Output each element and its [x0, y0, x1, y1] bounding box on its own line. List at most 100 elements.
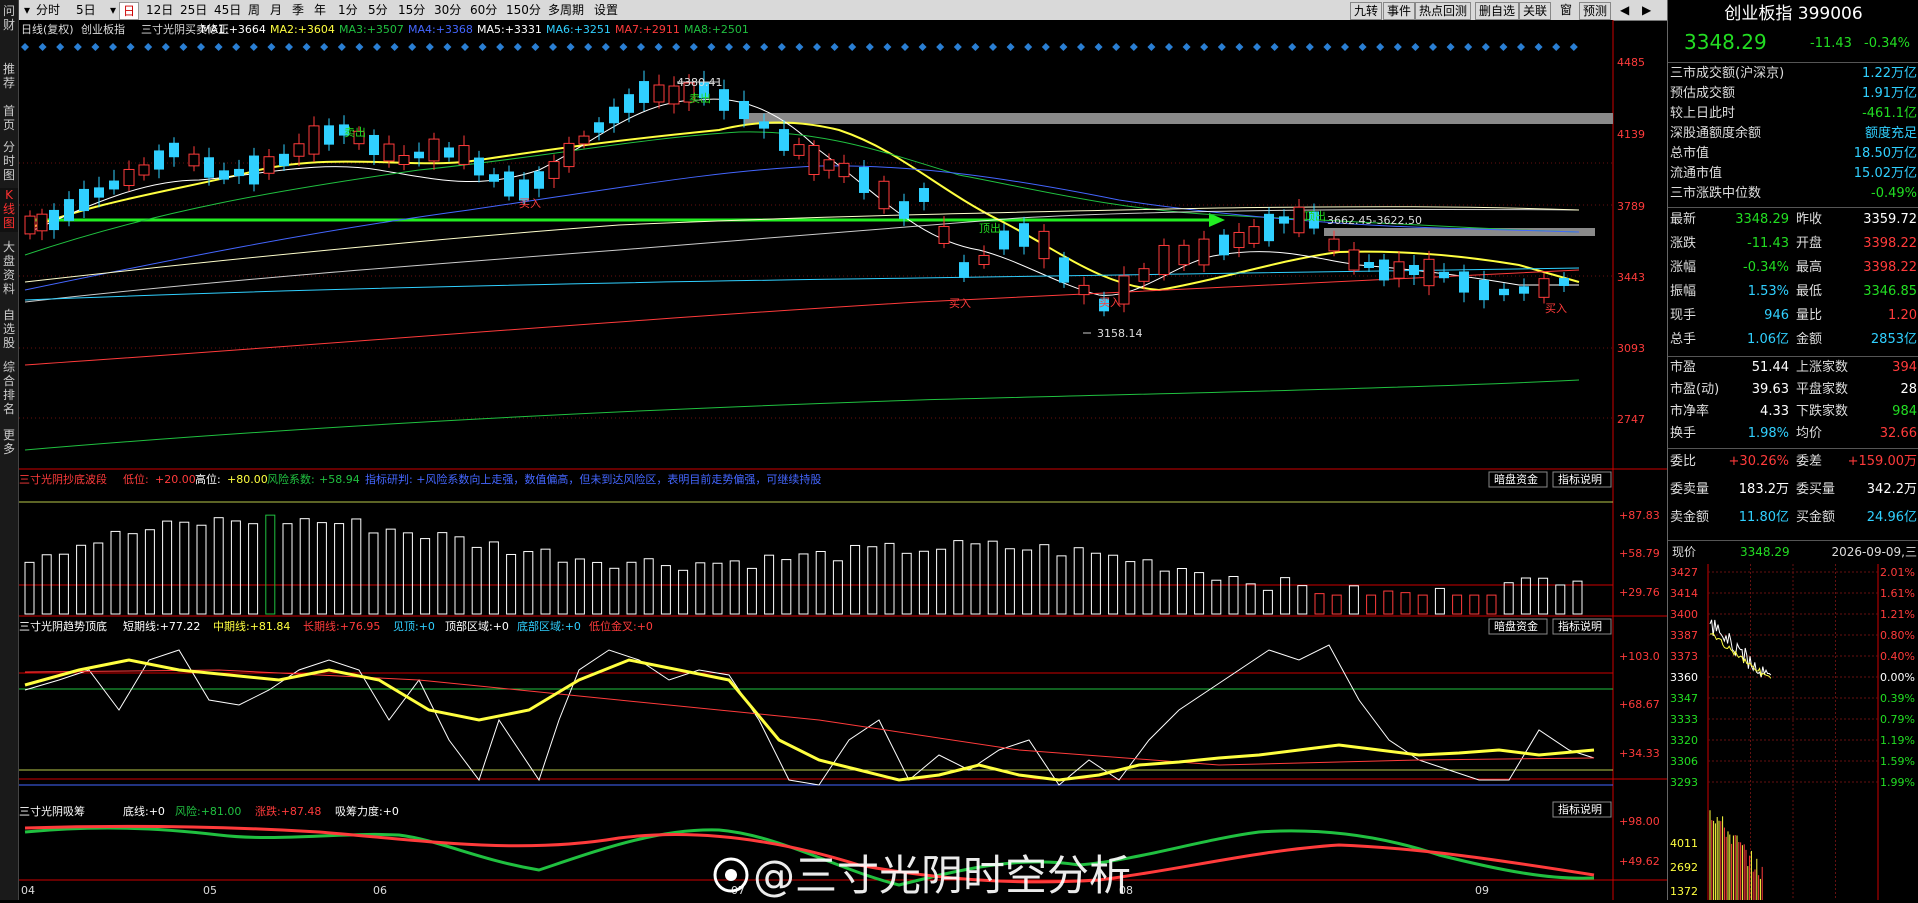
- stat-row: 市盈(动) 39.63 平盘家数 28: [1668, 380, 1918, 400]
- period-30min[interactable]: 30分: [431, 2, 464, 18]
- candle-body: [1248, 226, 1260, 244]
- candle-body: [719, 89, 729, 111]
- period-5day[interactable]: 5日: [73, 2, 99, 18]
- row-value: +30.26%: [1728, 454, 1789, 469]
- row-label: 现手: [1670, 308, 1697, 323]
- period-week[interactable]: 周: [245, 2, 263, 18]
- nav-market-info[interactable]: 大盘资料: [0, 240, 18, 300]
- settings-button[interactable]: 设置: [591, 2, 621, 18]
- period-timeshare[interactable]: 分时: [33, 2, 63, 18]
- period-month[interactable]: 月: [267, 2, 285, 18]
- mini-left-tick: 3293: [1670, 776, 1698, 789]
- candle-body: [398, 154, 410, 166]
- period-15min[interactable]: 15分: [395, 2, 428, 18]
- app-window: 问财 推荐 首页 分时图 K线图 大盘资料 自选股 综合排名 更多 ▾ 分时 5…: [0, 0, 1918, 900]
- row-value-2: 394: [1892, 360, 1917, 375]
- candle-body: [1078, 284, 1090, 296]
- candle-body: [1459, 271, 1469, 293]
- candle-body: [263, 156, 275, 174]
- candle-body: [1019, 223, 1029, 247]
- mini-right-tick: 0.79%: [1880, 713, 1915, 726]
- nav-timeshare[interactable]: 分时图: [0, 140, 18, 184]
- remove-watchlist-button[interactable]: 删自选: [1475, 2, 1520, 20]
- period-1min[interactable]: 1分: [335, 2, 361, 18]
- hotspot-backtest-button[interactable]: 热点回测: [1415, 2, 1472, 20]
- nav-watchlist[interactable]: 自选股: [0, 308, 18, 352]
- period-multi[interactable]: 多周期: [545, 2, 587, 18]
- row-label-2: 平盘家数: [1796, 382, 1849, 397]
- period-day[interactable]: 日: [119, 2, 140, 20]
- legend-prefix: 日线(复权): [21, 22, 74, 36]
- candle-body: [1393, 261, 1405, 279]
- period-60min[interactable]: 60分: [467, 2, 500, 18]
- ma-legend-2: MA2:+3604: [270, 23, 335, 36]
- back-icon[interactable]: ◀: [1617, 2, 1632, 18]
- candle-body: [1519, 286, 1529, 294]
- period-150min[interactable]: 150分: [503, 2, 544, 18]
- mini-left-tick: 3427: [1670, 566, 1698, 579]
- related-button[interactable]: 关联: [1519, 2, 1552, 20]
- row-value: -0.34%: [1743, 260, 1789, 275]
- panel2-axis-tick: +103.0: [1619, 650, 1660, 663]
- market-row-value: -0.49%: [1871, 186, 1917, 201]
- resistance-band-lower: [1324, 228, 1595, 236]
- candle-body: [563, 142, 575, 168]
- price-tick: 4139: [1617, 128, 1645, 141]
- period-45day[interactable]: 45日: [211, 2, 244, 18]
- dropdown-icon[interactable]: ▾: [107, 2, 119, 18]
- row-label-2: 量比: [1796, 308, 1823, 323]
- jiuzhuan-button[interactable]: 九转: [1350, 2, 1383, 20]
- panel1-low-label: 低位:: [123, 472, 149, 486]
- row-value: 11.80亿: [1738, 510, 1789, 525]
- row-value: 1.53%: [1747, 284, 1789, 299]
- mini-right-tick: 0.00%: [1880, 671, 1915, 684]
- watermark-text: @三寸光阴时空分析: [753, 851, 1131, 900]
- candle-body: [1264, 213, 1274, 242]
- row-value: 4.33: [1760, 404, 1789, 419]
- nav-ranking[interactable]: 综合排名: [0, 360, 18, 420]
- candle-body: [899, 201, 909, 219]
- dropdown-icon[interactable]: ▾: [21, 2, 33, 18]
- candle-body: [138, 164, 150, 176]
- market-row-value: 额度充足: [1864, 126, 1917, 141]
- candle-body: [279, 153, 289, 167]
- nav-toggle-icon[interactable]: ▶: [1639, 2, 1654, 18]
- candle-body: [249, 155, 259, 185]
- nav-more[interactable]: 更多: [0, 428, 18, 458]
- candle-body: [1178, 244, 1190, 266]
- buy-signal-2: 买入: [949, 297, 971, 310]
- panel2-axis-tick: +68.67: [1619, 698, 1660, 711]
- mini-right-tick: 0.40%: [1880, 650, 1915, 663]
- row-label: 市净率: [1670, 404, 1710, 419]
- events-button[interactable]: 事件: [1383, 2, 1416, 20]
- ma-legend-7: MA7:+2911: [615, 23, 680, 36]
- kline-svg[interactable]: 日线(复权) 创业板指 三寸光阴买卖修正 MA1:+3664 MA2:+3604 M…: [19, 20, 1667, 900]
- index-title: 创业板指 399006: [1724, 4, 1863, 24]
- period-quarter[interactable]: 季: [289, 2, 307, 18]
- period-year[interactable]: 年: [311, 2, 329, 18]
- row-label-2: 昨收: [1796, 212, 1823, 227]
- forecast-button[interactable]: 预测: [1579, 2, 1612, 20]
- panel1-comment: 指标研判: +风险系数向上走强，数值偏高，但未到达风险区，表明目前走势偏强，可继…: [365, 472, 821, 486]
- buy-signal-4: 买入: [1545, 302, 1567, 315]
- range-label: 3662.45-3622.50: [1327, 214, 1422, 227]
- nav-home[interactable]: 首页: [0, 104, 18, 134]
- market-row-label: 三市成交额(沪深京): [1670, 66, 1785, 81]
- nav-recommend[interactable]: 推荐: [0, 62, 18, 96]
- row-label: 振幅: [1670, 284, 1697, 299]
- nav-wencai[interactable]: 问财: [0, 4, 18, 44]
- intraday-chart[interactable]: 3427 2.01% 3414 1.61% 3400 1.21% 3387 0.80% 3373…: [1668, 564, 1918, 900]
- nav-kline[interactable]: K线图: [0, 188, 18, 232]
- period-25day[interactable]: 25日: [177, 2, 210, 18]
- quote-row: 总手 1.06亿 金额 2853亿: [1668, 330, 1918, 350]
- period-12day[interactable]: 12日: [143, 2, 176, 18]
- candle-body: [594, 122, 604, 133]
- candle-body: [793, 144, 805, 156]
- market-row-label: 三市涨跌中位数: [1670, 186, 1762, 201]
- period-5min[interactable]: 5分: [365, 2, 391, 18]
- candle-body: [79, 188, 89, 212]
- candle-body: [383, 143, 395, 162]
- candle-body: [293, 143, 305, 157]
- window-icon[interactable]: 窗: [1557, 2, 1575, 18]
- mini-right-tick: 1.21%: [1880, 608, 1915, 621]
